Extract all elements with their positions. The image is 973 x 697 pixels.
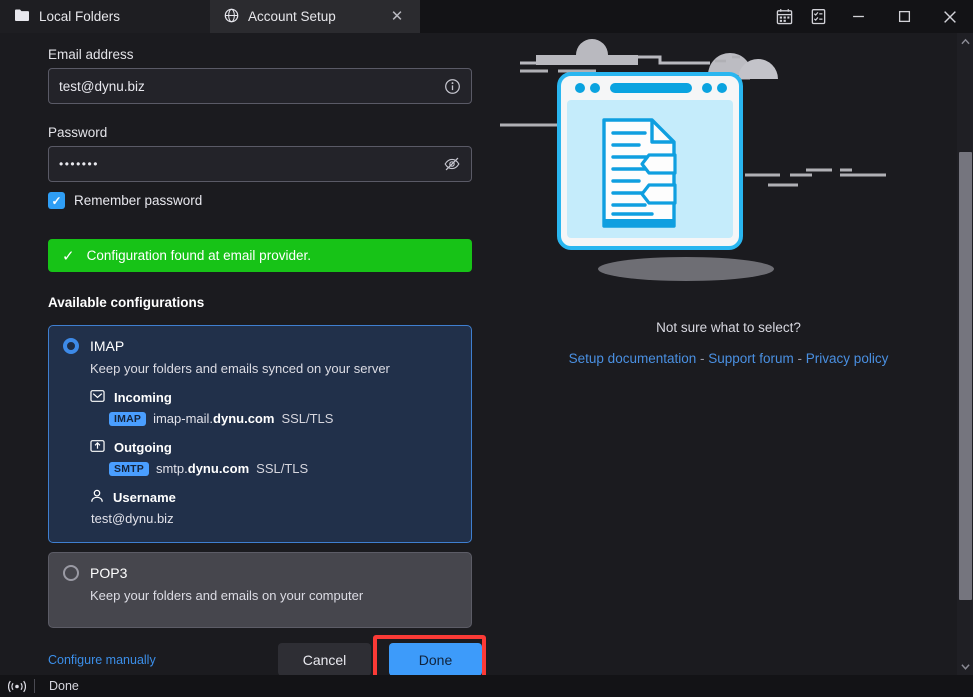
inbox-icon: [90, 389, 105, 406]
tab-local-folders[interactable]: Local Folders: [0, 0, 210, 33]
broadcast-icon: [0, 680, 34, 693]
eye-off-icon[interactable]: [443, 155, 461, 173]
email-input[interactable]: test@dynu.biz: [48, 68, 472, 104]
radio-imap[interactable]: [63, 338, 79, 354]
tab-bar: Local Folders Account Setup ✕: [0, 0, 973, 33]
outbox-icon: [90, 439, 105, 456]
calendar-icon[interactable]: [767, 0, 801, 33]
radio-pop3[interactable]: [63, 565, 79, 581]
vertical-scrollbar[interactable]: [957, 33, 973, 675]
config-imap-outgoing: Outgoing SMTP smtp.dynu.com SSL/TLS: [49, 439, 471, 476]
status-bar: Done: [0, 675, 973, 697]
password-value: •••••••: [59, 157, 99, 171]
config-imap-incoming-host: imap-mail.dynu.com: [153, 411, 275, 426]
person-icon: [90, 489, 104, 506]
config-imap-outgoing-title: Outgoing: [114, 440, 172, 455]
email-label: Email address: [48, 47, 134, 62]
config-imap-outgoing-host: smtp.dynu.com: [155, 461, 250, 476]
link-setup-documentation[interactable]: Setup documentation: [569, 351, 697, 366]
email-field-group: Email address test@dynu.biz: [48, 47, 472, 104]
thunderbird-account-setup-window: Local Folders Account Setup ✕ Email addr…: [0, 0, 973, 697]
tab-account-setup[interactable]: Account Setup ✕: [210, 0, 420, 33]
close-icon[interactable]: ✕: [388, 8, 406, 26]
config-imap-outgoing-encryption: SSL/TLS: [256, 461, 309, 476]
tab-account-setup-label: Account Setup: [248, 9, 336, 24]
scroll-up-icon[interactable]: [957, 33, 973, 50]
cancel-button[interactable]: Cancel: [278, 643, 371, 676]
config-imap-username: Username test@dynu.biz: [49, 489, 471, 526]
info-links: Setup documentation - Support forum - Pr…: [500, 351, 957, 366]
config-card-imap[interactable]: IMAP Keep your folders and emails synced…: [48, 325, 472, 543]
config-imap-incoming-encryption: SSL/TLS: [281, 411, 334, 426]
config-imap-incoming-title: Incoming: [114, 390, 172, 405]
status-banner: ✓ Configuration found at email provider.: [48, 239, 472, 272]
scroll-thumb[interactable]: [959, 152, 972, 600]
content-area: Email address test@dynu.biz Password •••…: [0, 33, 957, 686]
config-imap-outgoing-badge: SMTP: [109, 461, 149, 476]
remember-password-checkbox[interactable]: ✓: [48, 192, 65, 209]
info-question: Not sure what to select?: [656, 320, 801, 335]
config-imap-header: IMAP: [49, 326, 471, 354]
window-controls: [767, 0, 973, 33]
config-imap-incoming: Incoming IMAP imap-mail.dynu.com SSL/TLS: [49, 389, 471, 426]
config-imap-incoming-badge: IMAP: [109, 411, 147, 426]
remember-password-label: Remember password: [74, 193, 203, 208]
link-support-forum[interactable]: Support forum: [708, 351, 794, 366]
globe-icon: [224, 8, 239, 26]
info-pane: Not sure what to select? Setup documenta…: [500, 33, 957, 675]
close-button[interactable]: [927, 0, 973, 33]
config-pop3-description: Keep your folders and emails on your com…: [90, 588, 364, 603]
config-imap-username-title: Username: [113, 490, 176, 505]
check-icon: ✓: [62, 247, 75, 265]
status-text: Done: [49, 679, 79, 693]
info-icon[interactable]: [444, 78, 461, 95]
config-pop3-name: POP3: [90, 565, 128, 581]
tab-local-folders-label: Local Folders: [39, 9, 121, 24]
config-imap-name: IMAP: [90, 338, 125, 354]
config-imap-description: Keep your folders and emails synced on y…: [90, 361, 390, 376]
link-separator-2: -: [793, 351, 806, 366]
setup-illustration: [500, 33, 957, 293]
config-imap-username-value: test@dynu.biz: [91, 511, 174, 526]
config-card-pop3[interactable]: POP3 Keep your folders and emails on you…: [48, 552, 472, 628]
password-field-group: Password •••••••: [48, 125, 472, 182]
config-pop3-header: POP3: [49, 553, 471, 581]
setup-form-pane: Email address test@dynu.biz Password •••…: [0, 33, 500, 686]
tasks-icon[interactable]: [801, 0, 835, 33]
scroll-down-icon[interactable]: [957, 658, 973, 675]
configure-manually-link[interactable]: Configure manually: [48, 653, 156, 667]
password-label: Password: [48, 125, 108, 140]
folder-icon: [14, 8, 30, 25]
email-value: test@dynu.biz: [59, 78, 145, 94]
link-separator-1: -: [696, 351, 709, 366]
status-banner-text: Configuration found at email provider.: [86, 248, 311, 263]
available-configurations-heading: Available configurations: [48, 295, 205, 310]
password-input[interactable]: •••••••: [48, 146, 472, 182]
link-privacy-policy[interactable]: Privacy policy: [806, 351, 889, 366]
maximize-button[interactable]: [881, 0, 927, 33]
minimize-button[interactable]: [835, 0, 881, 33]
remember-password-row[interactable]: ✓ Remember password: [48, 192, 202, 209]
